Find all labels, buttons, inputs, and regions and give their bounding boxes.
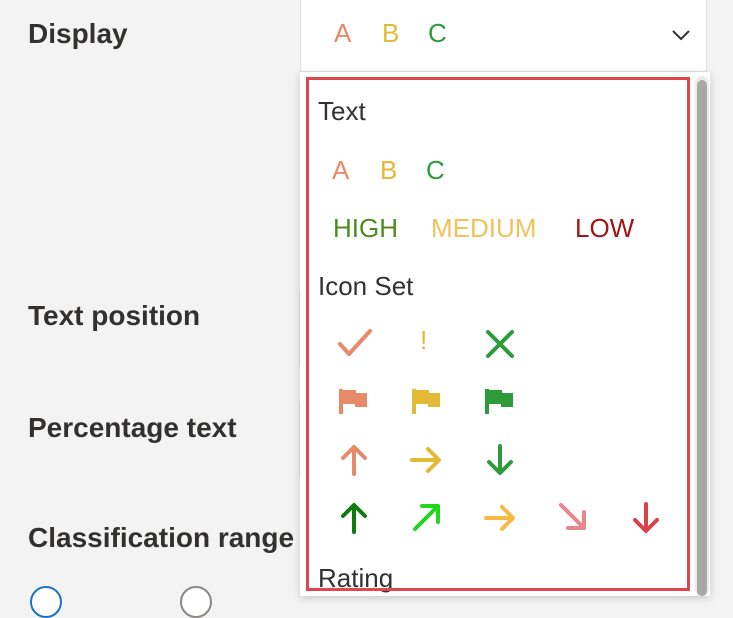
option-abc-c: C (426, 155, 445, 185)
text-position-label: Text position (28, 300, 201, 331)
option-medium: MEDIUM (431, 213, 537, 243)
option-low: LOW (575, 213, 635, 243)
display-selected-a: A (334, 18, 352, 48)
menu-scrollbar-thumb[interactable] (697, 80, 707, 596)
display-selected-c: C (428, 18, 447, 48)
arrow-right-icon (410, 447, 441, 473)
checkmark-icon (338, 329, 372, 356)
percentage-text-label: Percentage text (28, 412, 237, 443)
flag-icon (412, 389, 440, 414)
flag-icon (485, 389, 513, 414)
chevron-down-icon[interactable] (670, 24, 692, 46)
arrow-up-right-icon (413, 504, 440, 531)
classification-range-label: Classification range (28, 522, 295, 553)
section-icon-set-header: Icon Set (318, 271, 414, 301)
exclamation-icon: ! (420, 325, 428, 355)
display-selected-b: B (382, 18, 400, 48)
flag-icon (339, 389, 367, 414)
arrow-right-icon (484, 505, 515, 531)
option-high: HIGH (333, 213, 398, 243)
section-text-header: Text (318, 96, 366, 126)
section-rating-header: Rating (318, 563, 394, 593)
classification-range-radio-2[interactable] (180, 586, 212, 618)
classification-range-radio-1[interactable] (30, 586, 62, 618)
option-abc-b: B (380, 155, 398, 185)
option-abc-a: A (332, 155, 350, 185)
arrow-up-icon (341, 445, 367, 476)
display-dropdown[interactable]: A B C (300, 0, 707, 72)
display-label: Display (28, 18, 128, 49)
cross-icon (486, 330, 514, 358)
arrow-down-icon (487, 444, 513, 475)
arrow-down-right-icon (559, 503, 586, 530)
arrow-up-icon (341, 503, 367, 534)
arrow-down-icon (633, 502, 659, 533)
